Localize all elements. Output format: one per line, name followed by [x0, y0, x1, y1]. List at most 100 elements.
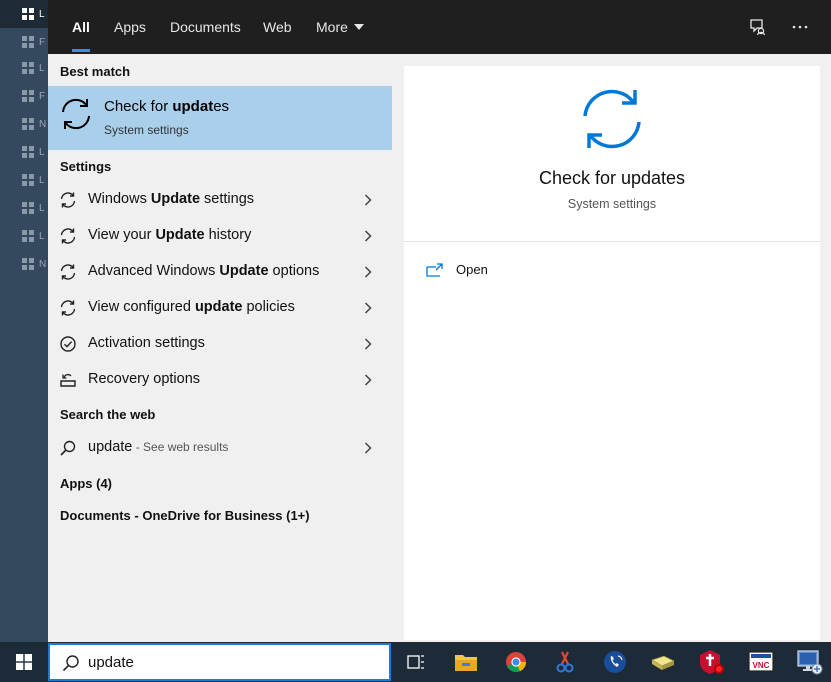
chevron-right-icon[interactable]: [364, 266, 372, 278]
section-search-web: Search the web: [60, 407, 156, 422]
more-options-icon[interactable]: [787, 14, 813, 40]
settings-item-label: View configured update policies: [88, 299, 295, 315]
file-explorer-icon[interactable]: [452, 648, 480, 676]
background-item-label: L: [39, 62, 45, 74]
tab-more-label: More: [316, 19, 348, 35]
preview-title: Check for updates: [538, 168, 686, 188]
notepad-icon[interactable]: [649, 648, 677, 676]
background-window-list: L F L F N L L L L N: [0, 0, 48, 642]
windows-icon: [22, 230, 34, 242]
search-icon: [60, 440, 76, 456]
tab-web[interactable]: Web: [251, 0, 304, 54]
background-item[interactable]: L: [0, 166, 48, 194]
taskbar: VNC: [0, 642, 831, 682]
settings-item-activation[interactable]: Activation settings: [48, 326, 392, 362]
tab-apps[interactable]: Apps: [102, 0, 158, 54]
chevron-right-icon[interactable]: [364, 338, 372, 350]
windows-icon: [22, 36, 34, 48]
preview-pane: Check for updates System settings Open: [404, 66, 820, 640]
background-item-label: F: [39, 90, 46, 102]
folder-icon: [22, 118, 34, 130]
background-item-label: L: [39, 230, 45, 242]
chevron-right-icon[interactable]: [364, 442, 372, 454]
caret-down-icon: [353, 24, 364, 30]
remote-desktop-icon[interactable]: [796, 648, 824, 676]
windows-icon: [22, 90, 34, 102]
windows-icon: [22, 174, 34, 186]
vnc-viewer-icon[interactable]: VNC: [747, 648, 775, 676]
taskbar-search-box[interactable]: [48, 643, 391, 681]
vpn-app-icon[interactable]: [698, 648, 726, 676]
chevron-right-icon[interactable]: [364, 302, 372, 314]
settings-item-label: Windows Update settings: [88, 191, 255, 207]
chevron-right-icon[interactable]: [364, 194, 372, 206]
background-item-label: F: [39, 36, 46, 48]
preview-header: Check for updates System settings: [404, 66, 820, 242]
search-input[interactable]: [88, 651, 378, 673]
chrome-icon[interactable]: [502, 648, 530, 676]
background-item-label: L: [39, 146, 45, 158]
background-item[interactable]: L: [0, 194, 48, 222]
open-window-icon: [426, 262, 443, 277]
check-circle-icon: [60, 336, 76, 352]
chevron-right-icon[interactable]: [364, 374, 372, 386]
task-view-icon[interactable]: [402, 648, 430, 676]
tab-all[interactable]: All: [60, 0, 102, 54]
section-documents[interactable]: Documents - OneDrive for Business (1+): [60, 508, 310, 523]
search-icon: [62, 655, 79, 672]
open-action[interactable]: Open: [426, 262, 488, 277]
background-item[interactable]: N: [0, 110, 48, 138]
sync-icon: [60, 192, 76, 208]
settings-item-update-history[interactable]: View your Update history: [48, 218, 392, 254]
start-button[interactable]: [0, 642, 48, 682]
web-result-item[interactable]: update - See web results: [48, 430, 392, 466]
settings-item-label: View your Update history: [88, 227, 252, 243]
section-best-match: Best match: [60, 64, 131, 79]
best-match-subtitle: System settings: [104, 123, 189, 137]
search-panel: All Apps Documents Web More Best match C…: [48, 0, 831, 642]
background-item[interactable]: L: [0, 222, 48, 250]
windows-icon: [22, 258, 34, 270]
windows-logo-icon: [16, 654, 32, 670]
background-item[interactable]: F: [0, 28, 48, 56]
best-match-item[interactable]: Check for updates System settings: [48, 86, 392, 150]
folder-icon: [22, 62, 34, 74]
section-apps[interactable]: Apps (4): [60, 476, 112, 491]
background-item-label: L: [39, 8, 45, 20]
background-item[interactable]: F: [0, 82, 48, 110]
tab-documents[interactable]: Documents: [158, 0, 253, 54]
background-item-label: L: [39, 202, 45, 214]
background-item[interactable]: N: [0, 250, 48, 278]
settings-item-label: Advanced Windows Update options: [88, 263, 320, 279]
settings-item-label: Activation settings: [88, 335, 205, 351]
results-list: Best match Check for updates System sett…: [48, 54, 392, 642]
sync-icon: [60, 264, 76, 280]
snipping-tool-icon[interactable]: [551, 648, 579, 676]
section-settings: Settings: [60, 159, 112, 174]
background-item-label: L: [39, 174, 45, 186]
background-item-label: N: [39, 118, 47, 130]
svg-text:VNC: VNC: [753, 661, 770, 670]
sync-icon: [60, 228, 76, 244]
web-result-label: update - See web results: [88, 439, 229, 455]
settings-item-recovery[interactable]: Recovery options: [48, 362, 392, 398]
settings-item-advanced-options[interactable]: Advanced Windows Update options: [48, 254, 392, 290]
sync-icon: [583, 89, 641, 149]
background-item[interactable]: L: [0, 138, 48, 166]
chevron-right-icon[interactable]: [364, 230, 372, 242]
background-item-label: N: [39, 258, 47, 270]
settings-item-windows-update[interactable]: Windows Update settings: [48, 182, 392, 218]
background-item[interactable]: L: [0, 54, 48, 82]
phone-app-icon[interactable]: [601, 648, 629, 676]
recovery-icon: [60, 373, 76, 387]
open-label: Open: [456, 262, 488, 277]
background-item[interactable]: L: [0, 0, 48, 28]
preview-subtitle: System settings: [567, 197, 657, 211]
sync-icon: [62, 98, 90, 130]
settings-item-label: Recovery options: [88, 371, 201, 387]
best-match-title: Check for updates: [104, 98, 230, 115]
feedback-icon[interactable]: [745, 14, 771, 40]
settings-item-update-policies[interactable]: View configured update policies: [48, 290, 392, 326]
sync-icon: [60, 300, 76, 316]
tab-more[interactable]: More: [304, 0, 376, 54]
